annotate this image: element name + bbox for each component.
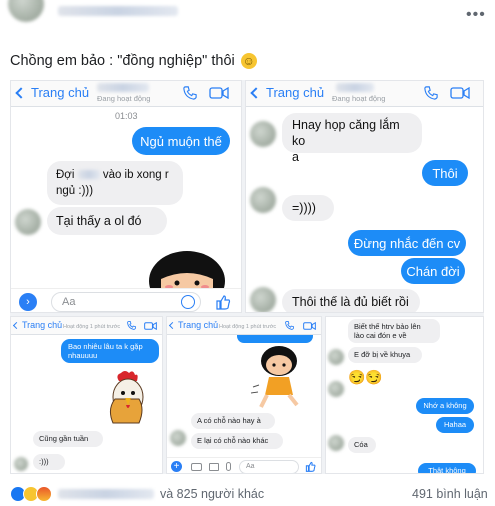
video-call-icon[interactable] xyxy=(303,322,316,330)
sender-avatar xyxy=(14,457,28,471)
add-icon[interactable]: + xyxy=(171,461,182,472)
message-outgoing: Chán đời xyxy=(401,258,465,284)
thumbs-up-icon[interactable] xyxy=(305,461,316,472)
chat-header: Trang chủ Đang hoạt động xyxy=(246,81,483,107)
message-outgoing: Bao nhiêu lâu ta k gặp nhauuuu xyxy=(61,339,159,363)
mic-icon[interactable] xyxy=(226,462,231,471)
sender-avatar xyxy=(250,287,276,312)
status-text: Đang hoạt động xyxy=(332,94,386,103)
message-incoming: Biết thế htrv bảo lên lào cai đón e về xyxy=(348,319,440,343)
sender-avatar xyxy=(328,435,344,451)
message-incoming: E lại có chỗ nào khác xyxy=(191,433,283,449)
angry-reaction-icon xyxy=(36,486,52,502)
message-incoming: :))) xyxy=(33,454,65,470)
message-outgoing: Thôi xyxy=(422,160,468,186)
message-outgoing: Thật không xyxy=(418,463,476,473)
sender-avatar xyxy=(328,381,344,397)
sticker-running-girl xyxy=(249,343,309,411)
phone-icon[interactable] xyxy=(285,321,294,330)
phone-icon[interactable] xyxy=(183,86,197,100)
message-incoming: Đợi vào ib xong r ngủ :))) xyxy=(47,161,183,205)
chat-screenshot-3[interactable]: Trang chủ Hoạt động 1 phút trước Bao nhi… xyxy=(10,316,163,474)
message-incoming: Cóa xyxy=(348,437,376,453)
chat-screenshot-1[interactable]: Trang chủ Đang hoạt động 01:03 Ngủ muộn … xyxy=(10,80,242,313)
video-call-icon[interactable] xyxy=(450,87,470,99)
image-icon[interactable] xyxy=(209,463,219,471)
photo-collage[interactable]: Trang chủ Đang hoạt động 01:03 Ngủ muộn … xyxy=(10,80,484,474)
back-button[interactable]: Trang chủ xyxy=(15,85,90,100)
reactions-count: và 825 người khác xyxy=(160,487,265,501)
chevron-left-icon xyxy=(168,321,177,329)
composer-bar: + Aa xyxy=(167,457,321,473)
message-outgoing: Ngủ muộn thế xyxy=(132,127,230,155)
message-incoming: Cũng gần tuần xyxy=(33,431,103,447)
message-incoming: E đỡ bị về khuya xyxy=(348,347,422,363)
contact-name-blurred xyxy=(336,83,374,92)
chevron-left-icon xyxy=(250,86,262,99)
message-outgoing-partial xyxy=(237,335,313,343)
message-incoming: =)))) xyxy=(282,195,334,221)
back-label: Trang chủ xyxy=(266,85,325,100)
post-caption: Chồng em bảo : "đồng nghiệp" thôi ☺ xyxy=(10,53,257,69)
phone-icon[interactable] xyxy=(424,86,438,100)
smile-emoji: ☺ xyxy=(240,53,257,69)
caption-text: Chồng em bảo : "đồng nghiệp" thôi xyxy=(10,53,235,69)
chat-screenshot-2[interactable]: Trang chủ Đang hoạt động Hnay họp căng l… xyxy=(245,80,484,313)
sender-avatar xyxy=(250,121,276,147)
camera-icon[interactable] xyxy=(191,463,202,471)
contact-name-blurred xyxy=(97,83,149,92)
poster-avatar[interactable] xyxy=(8,0,44,22)
chat-screenshot-5[interactable]: Biết thế htrv bảo lên lào cai đón e về E… xyxy=(325,316,484,474)
back-button[interactable]: Trang chủ xyxy=(12,320,63,330)
reactor-names-blurred xyxy=(58,489,154,499)
message-input[interactable]: Aa xyxy=(51,292,201,312)
chat-header: Trang chủ Đang hoạt động xyxy=(11,81,241,107)
chat-header: Trang chủ Hoạt động 1 phút trước xyxy=(11,317,162,335)
chat-header: Trang chủ Hoạt động 1 phút trước xyxy=(167,317,321,335)
post-menu-button[interactable]: ••• xyxy=(466,6,486,24)
message-input[interactable]: Aa xyxy=(239,460,299,473)
thumbs-up-icon[interactable] xyxy=(215,294,231,310)
ellipsis-icon: ••• xyxy=(466,6,486,23)
sticker-rooster xyxy=(101,369,151,429)
sender-avatar xyxy=(15,209,41,235)
message-outgoing: Hahaa xyxy=(436,417,474,433)
emoji-icon[interactable] xyxy=(181,295,195,309)
chevron-left-icon xyxy=(15,86,27,99)
back-button[interactable]: Trang chủ xyxy=(250,85,325,100)
sender-avatar xyxy=(170,430,186,446)
video-call-icon[interactable] xyxy=(144,322,157,330)
expand-icon[interactable]: › xyxy=(19,293,37,311)
composer-bar: › Aa xyxy=(11,288,241,312)
message-incoming: Thôi thế là đủ biết rồi xyxy=(282,289,420,312)
sender-avatar xyxy=(328,349,344,365)
timestamp: 01:03 xyxy=(115,111,138,121)
comments-count[interactable]: 491 bình luận xyxy=(412,487,488,501)
phone-icon[interactable] xyxy=(127,321,136,330)
message-outgoing: Nhớ a không xyxy=(416,398,474,414)
blurred-name xyxy=(77,170,100,180)
status-text: Đang hoạt động xyxy=(97,94,151,103)
back-label: Trang chủ xyxy=(22,320,63,330)
status-text: Hoạt động 1 phút trước xyxy=(219,324,277,330)
message-outgoing: Đừng nhắc đến cv xyxy=(348,230,466,256)
reactions-bar[interactable]: và 825 người khác xyxy=(10,486,264,502)
chat-screenshot-4[interactable]: Trang chủ Hoạt động 1 phút trước A có ch… xyxy=(166,316,322,474)
back-label: Trang chủ xyxy=(178,320,219,330)
message-incoming: Tại thấy a ol đó xyxy=(47,207,167,235)
status-text: Hoạt động 1 phút trước xyxy=(63,324,121,330)
back-label: Trang chủ xyxy=(31,85,90,100)
poster-name-blurred[interactable] xyxy=(58,6,178,16)
sticker-girl xyxy=(141,241,231,291)
video-call-icon[interactable] xyxy=(209,87,229,99)
emoji-message: 😏😏 xyxy=(348,369,383,385)
message-incoming: Hnay họp căng lắm ko a xyxy=(282,113,422,164)
message-incoming: A có chỗ nào hay à xyxy=(191,413,275,429)
chevron-left-icon xyxy=(12,321,21,329)
back-button[interactable]: Trang chủ xyxy=(168,320,219,330)
sender-avatar xyxy=(250,187,276,213)
